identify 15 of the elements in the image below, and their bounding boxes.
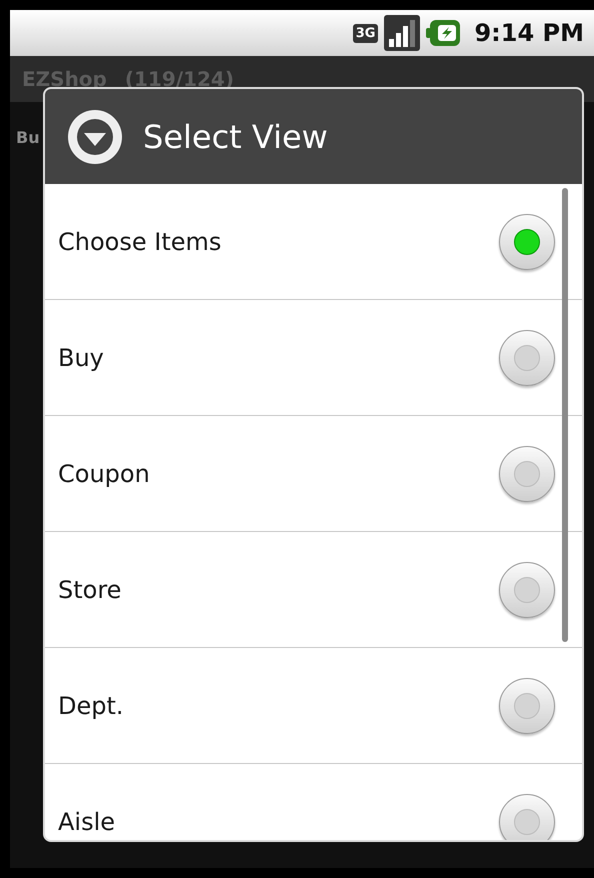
- view-option[interactable]: Aisle: [45, 764, 582, 840]
- signal-icon: [384, 15, 420, 51]
- radio-button[interactable]: [499, 678, 555, 734]
- radio-button[interactable]: [499, 794, 555, 840]
- radio-button[interactable]: [499, 214, 555, 270]
- battery-charging-icon: [426, 18, 462, 48]
- radio-button[interactable]: [499, 562, 555, 618]
- dropdown-circle-icon: [67, 108, 123, 164]
- clock: 9:14 PM: [474, 18, 584, 49]
- section-label: Bu: [16, 128, 40, 147]
- network-indicator: 3G: [352, 24, 378, 42]
- view-option[interactable]: Dept.: [45, 648, 582, 764]
- radio-button[interactable]: [499, 446, 555, 502]
- radio-button[interactable]: [499, 330, 555, 386]
- dialog-title: Select View: [143, 116, 328, 158]
